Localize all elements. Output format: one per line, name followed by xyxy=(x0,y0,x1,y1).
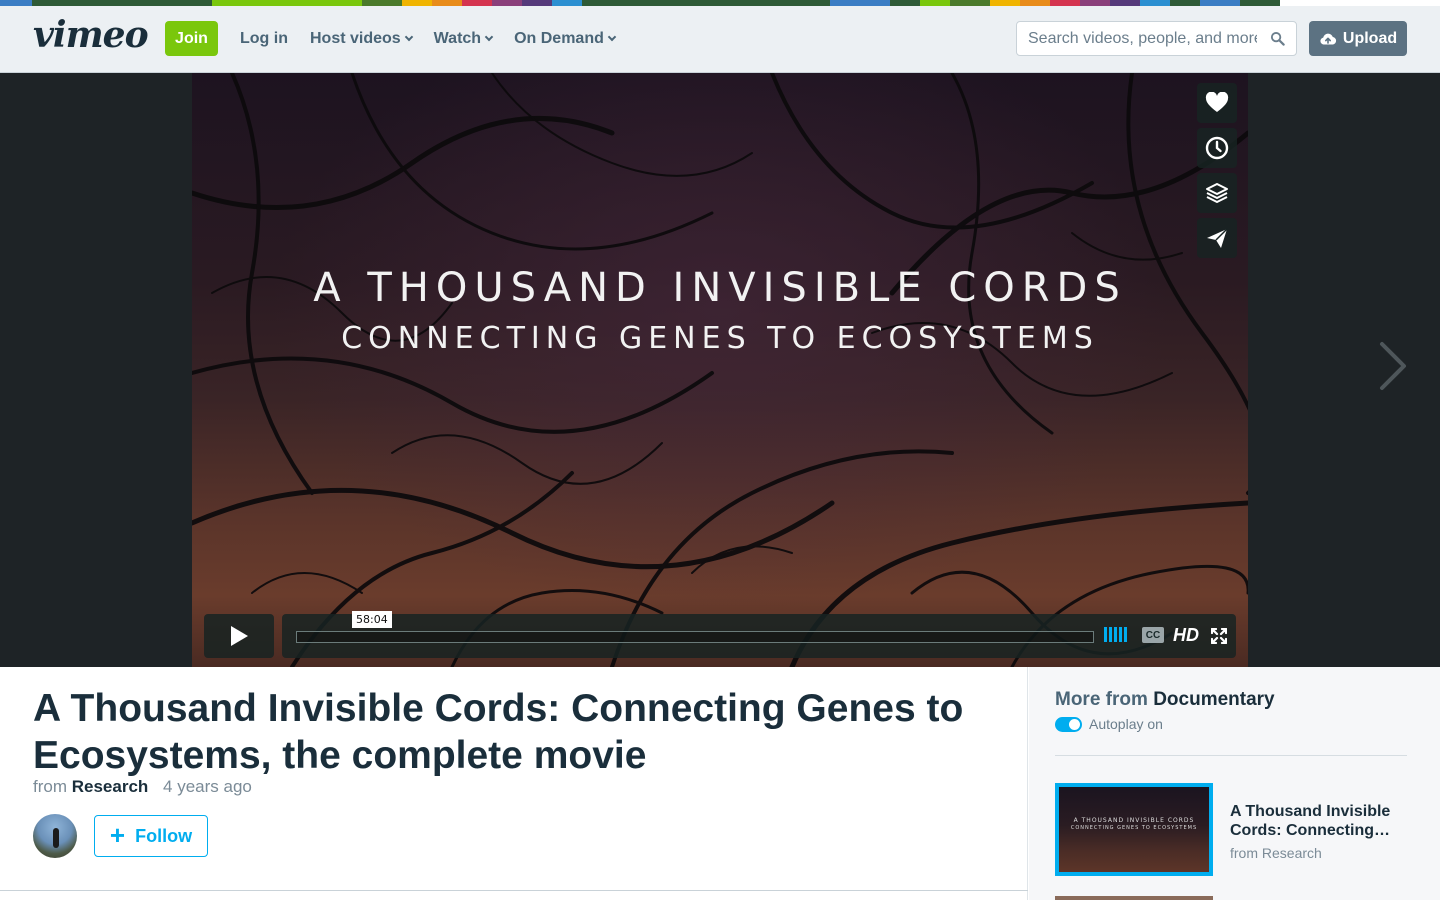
chevron-down-icon xyxy=(484,32,494,42)
chevron-down-icon xyxy=(404,32,413,42)
duration-tooltip: 58:04 xyxy=(352,611,392,628)
nav-host-videos-label: Host videos xyxy=(309,30,401,47)
nav-watch[interactable]: Watch xyxy=(433,30,494,48)
player-controls: 58:04 CC HD xyxy=(204,611,1236,658)
video-frame-branches xyxy=(192,73,1248,667)
vimeo-logo[interactable]: vimeo xyxy=(33,14,149,56)
nav-watch-label: Watch xyxy=(433,30,482,47)
watch-later-button[interactable] xyxy=(1197,128,1237,168)
volume-control[interactable] xyxy=(1104,627,1127,642)
send-icon xyxy=(1207,228,1228,248)
upload-button[interactable]: Upload xyxy=(1309,21,1407,56)
autoplay-row: Autoplay on xyxy=(1055,716,1163,732)
video-overlay-title: A Thousand Invisible Cords xyxy=(313,265,1127,311)
video-player[interactable]: A Thousand Invisible Cords Connecting Ge… xyxy=(192,73,1248,667)
volume-bar xyxy=(1119,627,1122,642)
cloud-upload-icon xyxy=(1320,33,1336,44)
thumbnail-subtitle: Connecting Genes to Ecosystems xyxy=(1070,825,1198,831)
clock-icon xyxy=(1205,136,1229,160)
nav-host-videos[interactable]: Host videos xyxy=(309,30,413,48)
volume-bar xyxy=(1104,627,1107,642)
divider xyxy=(0,890,1028,891)
nav-on-demand[interactable]: On Demand xyxy=(514,30,617,48)
thumbnail-title: A Thousand Invisible Cords xyxy=(1073,817,1195,824)
nav-log-in[interactable]: Log in xyxy=(240,30,288,48)
chevron-down-icon xyxy=(607,32,617,42)
control-bar: 58:04 CC HD xyxy=(282,611,1236,658)
captions-button[interactable]: CC xyxy=(1142,627,1164,643)
follow-label: Follow xyxy=(135,825,193,846)
player-stage: A Thousand Invisible Cords Connecting Ge… xyxy=(0,73,1440,667)
hd-button[interactable]: HD xyxy=(1173,625,1199,646)
autoplay-toggle[interactable] xyxy=(1055,716,1082,732)
main-nav: Log in Host videos Watch On Demand xyxy=(240,30,637,48)
nav-on-demand-label: On Demand xyxy=(514,30,604,47)
like-button[interactable] xyxy=(1197,83,1237,123)
video-title: A Thousand Invisible Cords: Connecting G… xyxy=(33,687,964,777)
avatar-figure xyxy=(53,828,59,848)
channel-link[interactable]: Research xyxy=(72,777,149,796)
fullscreen-icon[interactable] xyxy=(1211,628,1227,644)
search-box xyxy=(1016,21,1297,56)
search-input[interactable] xyxy=(1017,22,1257,55)
volume-bar xyxy=(1114,627,1117,642)
related-video-thumbnail[interactable]: A Thousand Invisible Cords Connecting Ge… xyxy=(1055,783,1213,876)
layers-icon xyxy=(1206,183,1228,203)
plus-icon: + xyxy=(109,820,126,850)
follow-button[interactable]: + Follow xyxy=(94,815,208,857)
player-side-actions xyxy=(1197,83,1237,258)
nav-log-in-label: Log in xyxy=(240,30,288,47)
join-button[interactable]: Join xyxy=(165,21,218,56)
heart-icon xyxy=(1205,92,1229,112)
byline: from Research 4 years ago xyxy=(33,777,252,797)
category-link[interactable]: Documentary xyxy=(1153,689,1274,710)
divider xyxy=(1055,755,1407,756)
upload-label: Upload xyxy=(1342,29,1398,47)
from-prefix: from xyxy=(33,777,67,796)
search-icon[interactable] xyxy=(1270,31,1285,46)
more-videos-sidebar: More from Documentary Autoplay on A Thou… xyxy=(1029,667,1440,900)
next-video-arrow-icon[interactable] xyxy=(1378,341,1408,391)
related-video-from: from Research xyxy=(1230,845,1322,861)
video-overlay-subtitle: Connecting Genes to Ecosystems xyxy=(341,321,1099,356)
progress-track[interactable] xyxy=(296,631,1094,643)
share-button[interactable] xyxy=(1197,218,1237,258)
video-info: A Thousand Invisible Cords: Connecting G… xyxy=(0,667,1028,900)
play-button[interactable] xyxy=(204,614,274,658)
autoplay-label: Autoplay on xyxy=(1089,716,1163,732)
more-from-prefix: More from xyxy=(1055,689,1148,710)
upload-age: 4 years ago xyxy=(163,777,252,796)
next-thumbnail-peek xyxy=(1055,896,1213,900)
play-icon xyxy=(231,626,248,646)
more-from-heading: More from Documentary xyxy=(1055,689,1275,711)
top-navigation-bar: vimeo Join Log in Host videos Watch On D… xyxy=(0,6,1440,73)
avatar[interactable] xyxy=(33,814,77,858)
volume-bar xyxy=(1124,627,1127,642)
related-video-title[interactable]: A Thousand Invisible Cords: Connecting… xyxy=(1230,802,1405,840)
collections-button[interactable] xyxy=(1197,173,1237,213)
volume-bar xyxy=(1109,627,1112,642)
